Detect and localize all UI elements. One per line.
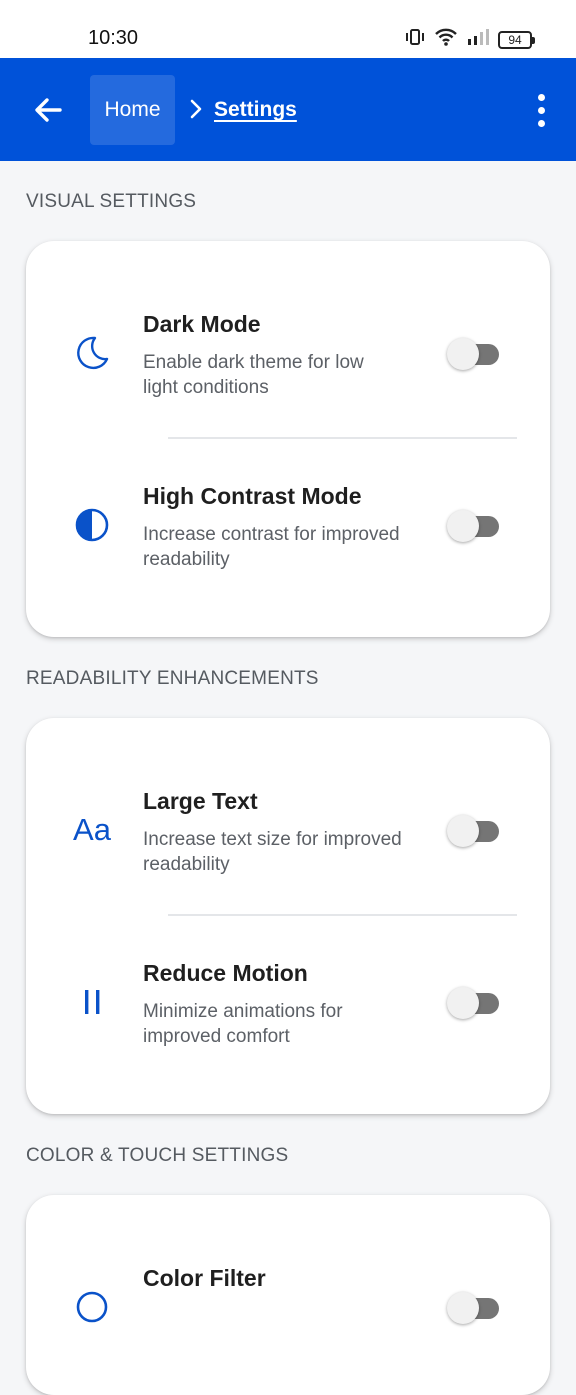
color-filter-icon [70, 1285, 114, 1329]
contrast-icon [70, 503, 114, 547]
setting-row-large-text[interactable]: Aa Large Text Increase text size for imp… [26, 770, 550, 890]
setting-row-color-filter[interactable]: Color Filter [26, 1247, 550, 1367]
setting-title: Color Filter [143, 1265, 266, 1291]
reduce-motion-toggle[interactable] [447, 984, 499, 1020]
settings-card-readability: Aa Large Text Increase text size for imp… [26, 718, 550, 1114]
status-icons: 94 [405, 27, 535, 52]
status-time: 10:30 [88, 27, 139, 49]
overflow-menu-button[interactable] [526, 86, 556, 134]
signal-icon [467, 28, 489, 51]
setting-title: High Contrast Mode [143, 483, 362, 509]
settings-card-color-touch: Color Filter [26, 1195, 550, 1395]
app-bar: Home Settings [0, 58, 576, 161]
wifi-icon [434, 27, 458, 52]
setting-title: Large Text [143, 788, 258, 814]
more-vert-icon [537, 93, 545, 101]
moon-icon [70, 331, 114, 375]
status-bar: 10:30 94 [0, 0, 576, 58]
pause-icon [70, 980, 114, 1024]
breadcrumb-home[interactable]: Home [90, 75, 175, 145]
vibrate-icon [405, 27, 425, 52]
divider [168, 437, 517, 439]
setting-title: Dark Mode [143, 311, 261, 337]
dark-mode-toggle[interactable] [447, 335, 499, 371]
section-title-visual: VISUAL SETTINGS [26, 191, 197, 212]
text-size-icon: Aa [73, 812, 111, 847]
setting-description: Increase text size for improved readabil… [143, 829, 402, 875]
battery-indicator: 94 [498, 30, 535, 49]
section-title-readability: READABILITY ENHANCEMENTS [26, 668, 319, 689]
setting-row-high-contrast[interactable]: High Contrast Mode Increase contrast for… [26, 465, 550, 585]
setting-description: Enable dark theme for low light conditio… [143, 352, 364, 398]
back-button[interactable] [24, 88, 72, 132]
setting-description: Minimize animations for improved comfort [143, 1001, 343, 1047]
divider [168, 914, 517, 916]
color-filter-toggle[interactable] [447, 1289, 499, 1325]
chevron-right-icon [186, 96, 206, 122]
setting-title: Reduce Motion [143, 960, 308, 986]
section-title-color-touch: COLOR & TOUCH SETTINGS [26, 1145, 289, 1166]
arrow-back-icon [35, 98, 62, 122]
breadcrumb-current[interactable]: Settings [214, 98, 297, 122]
setting-description: Increase contrast for improved readabili… [143, 524, 400, 570]
setting-row-reduce-motion[interactable]: Reduce Motion Minimize animations for im… [26, 942, 550, 1062]
settings-card-visual: Dark Mode Enable dark theme for low ligh… [26, 241, 550, 637]
high-contrast-toggle[interactable] [447, 507, 499, 543]
large-text-toggle[interactable] [447, 812, 499, 848]
setting-row-dark-mode[interactable]: Dark Mode Enable dark theme for low ligh… [26, 293, 550, 413]
